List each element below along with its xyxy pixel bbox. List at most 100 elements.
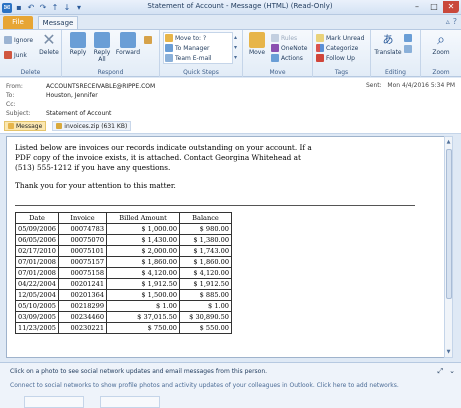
translate-button[interactable]: あ Translate	[374, 32, 402, 56]
billed-amount-cell: $ 750.00	[106, 322, 181, 334]
respond-group-label: Respond	[97, 69, 124, 76]
find-icon	[404, 34, 412, 42]
tags-group: Mark Unread Categorize Follow Up Tags	[313, 30, 371, 77]
zoom-button[interactable]: ⌕ Zoom	[429, 32, 453, 56]
billed-amount-cell: $ 37,015.50	[106, 311, 181, 323]
column-header-date: Date	[14, 212, 60, 224]
ignore-icon	[4, 36, 12, 44]
cc-row: Cc:	[6, 101, 46, 109]
reply-button[interactable]: Reply	[66, 32, 90, 56]
title-bar: ✉ ▪ ↶ ↷ ↑ ↓ ▾ Statement of Account - Mes…	[0, 0, 461, 15]
date-cell: 04/22/2004	[14, 278, 60, 290]
table-row: 07/01/2008 00075157 $ 1,860.00 $ 1,860.00	[14, 256, 233, 268]
tab-message[interactable]: Message	[38, 16, 78, 29]
maximize-button[interactable]: □	[426, 1, 442, 13]
horizontal-rule	[15, 205, 415, 206]
onenote-label: OneNote	[281, 44, 308, 52]
to-value[interactable]: Houston, Jennifer	[46, 92, 98, 99]
find-button[interactable]	[404, 33, 412, 43]
scroll-up-icon[interactable]: ▲	[445, 138, 452, 146]
balance-cell: $ 980.00	[179, 223, 233, 235]
from-row: From: ACCOUNTSRECEIVABLE@RIPPE.COM	[6, 83, 155, 91]
select-button[interactable]	[404, 44, 412, 54]
rules-button[interactable]: Rules	[271, 33, 297, 43]
expand-people-pane-icon[interactable]: ⤢	[438, 367, 444, 376]
table-row: 04/22/2004 00201241 $ 1,912.50 $ 1,912.50	[14, 278, 233, 290]
from-label: From:	[6, 83, 23, 90]
delete-icon: ✕	[42, 30, 56, 49]
invoice-cell: 00075158	[58, 267, 108, 279]
down-arrow-icon[interactable]: ↓	[62, 3, 72, 13]
from-value[interactable]: ACCOUNTSRECEIVABLE@RIPPE.COM	[46, 83, 155, 90]
body-scrollbar[interactable]: ▲ ▼	[444, 136, 453, 358]
table-row: 03/09/2005 00234460 $ 37,015.50 $ 30,890.50	[14, 311, 233, 323]
collapse-ribbon-icon[interactable]: ▵	[446, 17, 450, 26]
onenote-button[interactable]: OneNote	[271, 43, 307, 53]
people-pane-tab[interactable]	[24, 396, 84, 408]
billed-amount-cell: $ 2,000.00	[106, 245, 181, 257]
junk-icon	[4, 51, 12, 59]
categorize-button[interactable]: Categorize	[316, 43, 358, 53]
balance-cell: $ 1,860.00	[179, 256, 233, 268]
junk-button[interactable]: Junk	[4, 50, 27, 60]
help-icon[interactable]: ?	[453, 17, 457, 26]
team-email-quickstep[interactable]: Team E-mail	[165, 53, 212, 63]
table-row: 12/05/2004 00201364 $ 1,500.00 $ 885.00	[14, 289, 233, 301]
onenote-icon	[271, 44, 279, 52]
forward-button[interactable]: Forward	[115, 32, 141, 56]
quick-steps-scroll[interactable]: ▴ ▾ ▾	[234, 33, 237, 63]
zip-attachment[interactable]: invoices.zip (631 KB)	[52, 121, 132, 131]
scroll-thumb[interactable]	[446, 149, 452, 299]
window-controls: – □ ✕	[409, 1, 459, 13]
tab-file[interactable]: File	[3, 16, 33, 29]
outlook-app-icon[interactable]: ✉	[2, 2, 12, 13]
invoice-cell: 00074783	[58, 223, 108, 235]
move-to-label: Move to: ?	[175, 34, 207, 42]
to-manager-quickstep[interactable]: To Manager	[165, 43, 210, 53]
connect-social-networks-link[interactable]: Connect to social networks to show profi…	[10, 382, 399, 389]
quick-steps-group-label: Quick Steps	[183, 69, 219, 76]
invoice-cell: 00075101	[58, 245, 108, 257]
column-header-balance: Balance	[179, 212, 233, 224]
to-manager-label: To Manager	[175, 44, 210, 52]
to-row: To: Houston, Jennifer	[6, 92, 98, 100]
scroll-down-icon[interactable]: ▼	[445, 348, 452, 356]
invoice-table: Date Invoice Billed Amount Balance 05/09…	[14, 212, 233, 334]
zoom-group: ⌕ Zoom Zoom	[421, 30, 461, 77]
undo-icon[interactable]: ↶	[26, 3, 36, 13]
minimize-button[interactable]: –	[409, 1, 425, 13]
categorize-icon	[316, 44, 324, 52]
message-attachment-tab[interactable]: Message	[4, 121, 47, 131]
tabrow-controls: ▵ ?	[446, 17, 457, 26]
table-row: 02/17/2010 00075101 $ 2,000.00 $ 1,743.00	[14, 245, 233, 257]
window-title: Statement of Account - Message (HTML) (R…	[147, 2, 333, 10]
ignore-button[interactable]: Ignore	[4, 35, 33, 45]
close-button[interactable]: ✕	[443, 1, 459, 13]
message-body[interactable]: Listed below are invoices our records in…	[6, 136, 446, 358]
customize-qat-icon[interactable]: ▾	[74, 3, 84, 13]
move-to-quickstep[interactable]: Move to: ?	[165, 33, 206, 43]
move-button[interactable]: Move	[246, 32, 268, 56]
rules-icon	[271, 34, 279, 42]
save-icon[interactable]: ▪	[14, 3, 24, 13]
collapse-people-pane-icon[interactable]: ⌄	[449, 367, 455, 376]
redo-icon[interactable]: ↷	[38, 3, 48, 13]
actions-button[interactable]: Actions	[271, 53, 303, 63]
up-arrow-icon[interactable]: ↑	[50, 3, 60, 13]
balance-cell: $ 1.00	[179, 300, 233, 312]
people-pane-tab[interactable]	[100, 396, 160, 408]
move-icon	[249, 32, 265, 48]
mark-unread-button[interactable]: Mark Unread	[316, 33, 364, 43]
delete-button[interactable]: ✕ Delete	[38, 30, 60, 57]
more-respond-button[interactable]	[144, 35, 152, 45]
move-group-label: Move	[269, 69, 286, 76]
people-pane-controls: ⤢ ⌄	[438, 367, 455, 376]
forward-label: Forward	[115, 49, 141, 56]
sent-label: Sent:	[365, 82, 382, 89]
follow-up-button[interactable]: Follow Up	[316, 53, 355, 63]
invoice-table-header: Date Invoice Billed Amount Balance	[14, 212, 233, 224]
reply-all-button[interactable]: Reply All	[91, 32, 113, 63]
select-icon	[404, 45, 412, 53]
date-cell: 06/05/2006	[14, 234, 60, 246]
ignore-label: Ignore	[14, 36, 34, 44]
